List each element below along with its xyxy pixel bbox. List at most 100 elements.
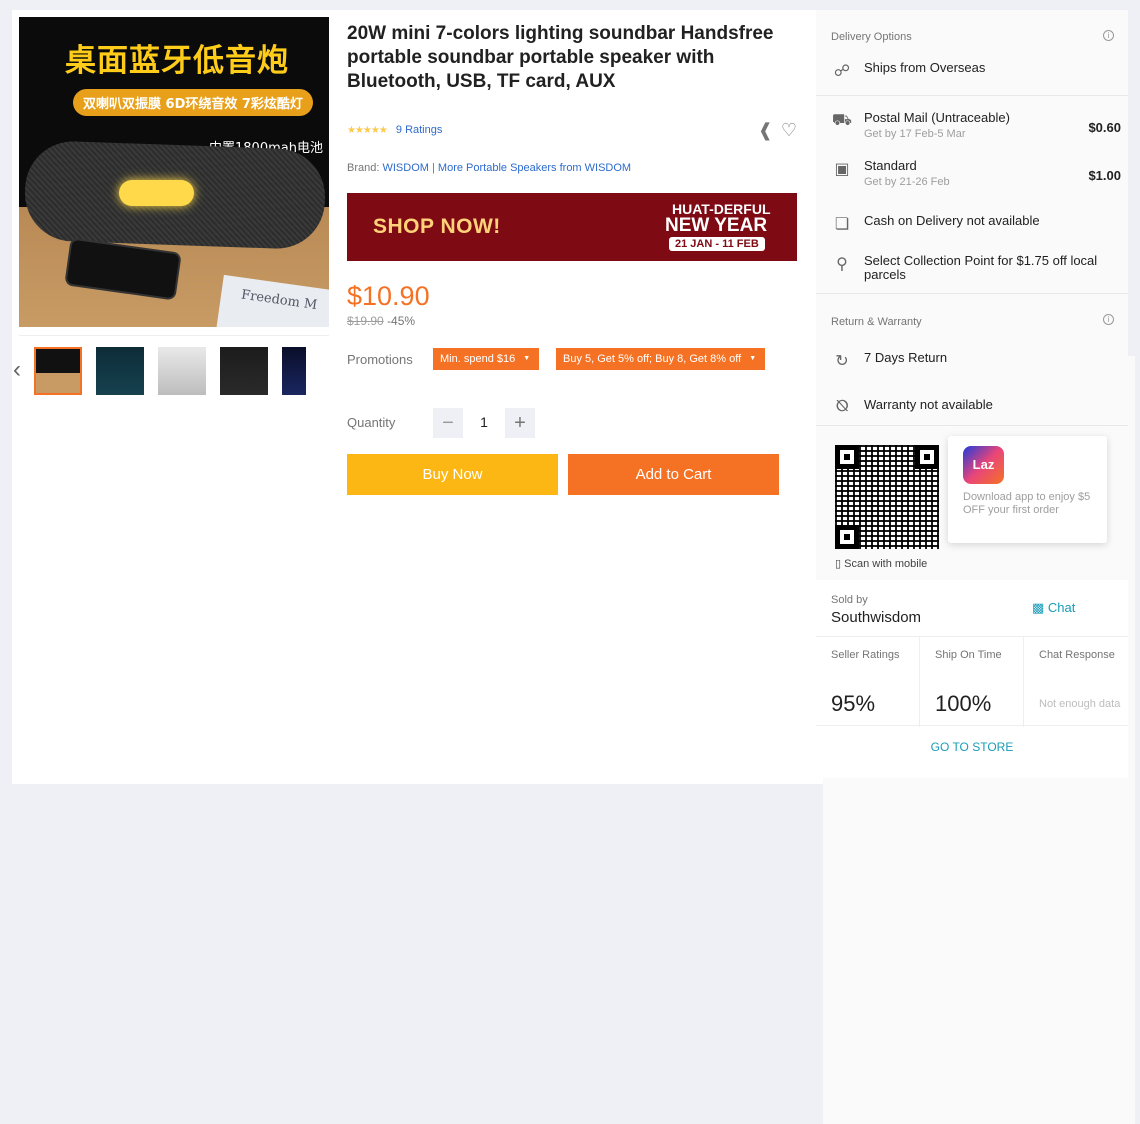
more-from-brand-link[interactable]: More Portable Speakers from WISDOM [438,162,631,174]
promotion-tag-text: Buy 5, Get 5% off; Buy 8, Get 8% off [563,353,742,365]
scan-text: Scan with mobile [844,558,928,570]
promo-banner[interactable]: SHOP NOW! HUAT-DERFUL NEW YEAR 21 JAN - … [347,193,797,261]
chat-icon: ▩ [1032,600,1045,615]
seller-stat-label: Chat Response [1039,649,1115,661]
image-headline: 桌面蓝牙低音炮 [65,43,289,79]
buy-now-button[interactable]: Buy Now [347,454,558,495]
brand-label: Brand: [347,162,380,174]
main-product-image[interactable]: 桌面蓝牙低音炮 双喇叭双振膜 6D环绕音效 7彩炫酷灯 内置1800mah电池 … [19,17,329,327]
product-gallery: 桌面蓝牙低音炮 双喇叭双振膜 6D环绕音效 7彩炫酷灯 内置1800mah电池 … [13,17,1135,1124]
shield-icon: ⦰ [835,398,849,415]
chevron-down-icon: ▼ [523,355,531,362]
go-to-store-link[interactable]: GO TO STORE [816,740,1128,754]
delivery-option-eta: Get by 21-26 Feb [864,176,950,188]
globe-icon: ☍ [833,63,851,80]
product-info: 20W mini 7-colors lighting soundbar Hand… [347,22,799,496]
quantity-decrease-button[interactable]: − [433,408,463,438]
delivery-option: ⛟ Postal Mail (Untraceable) Get by 17 Fe… [831,111,1121,141]
qr-code [835,445,939,549]
image-book: Freedom M [215,274,329,327]
box-icon: ▣ [834,161,850,178]
scan-with-mobile: ▯ Scan with mobile [835,557,927,570]
delivery-option-price: $0.60 [1088,120,1121,135]
action-buttons: Buy Now Add to Cart [347,454,799,496]
delivery-panel: Delivery Options i ☍ Ships from Overseas… [816,10,1128,778]
seller-section: Sold by Southwisdom ▩ Chat Seller Rating… [816,580,1128,778]
quantity-increase-button[interactable]: + [505,408,535,438]
seller-stat-value: Not enough data [1039,698,1121,710]
seller-stat-label: Ship On Time [935,649,1002,661]
sold-by-label: Sold by [831,594,868,606]
ships-from-text: Ships from Overseas [864,60,986,75]
promotions-label: Promotions [347,352,413,367]
seller-stat: Chat Response Not enough data [1024,637,1128,727]
qr-finder [915,445,939,469]
product-title: 20W mini 7-colors lighting soundbar Hand… [347,23,774,92]
banner-line2: NEW YEAR [665,215,768,236]
app-download-card[interactable]: Laz Download app to enjoy $5 OFF your fi… [948,436,1107,543]
brand-row: Brand: WISDOM | More Portable Speakers f… [347,162,799,174]
thumbnail[interactable] [158,347,206,395]
thumbnail[interactable] [96,347,144,395]
info-icon[interactable]: i [1103,30,1114,41]
delivery-option-eta: Get by 17 Feb-5 Mar [864,128,966,140]
thumbnail-strip: ‹ › [13,335,1135,1124]
image-subheadline: 双喇叭双振膜 6D环绕音效 7彩炫酷灯 [73,89,313,116]
thumbnail[interactable] [34,347,82,395]
image-phone [64,237,182,301]
seller-stats: Seller Ratings 95% Ship On Time 100% Cha… [816,636,1128,727]
chat-label: Chat [1047,600,1076,615]
promotion-tag[interactable]: Buy 5, Get 5% off; Buy 8, Get 8% off ▼ [556,348,766,370]
delivery-option: ▣ Standard Get by 21-26 Feb $1.00 [831,159,1121,189]
ratings-row: ★★★★★ 9 Ratings ❰ ♡ [347,120,799,144]
promotion-tag[interactable]: Min. spend $16 ▼ [433,348,540,370]
add-to-cart-button[interactable]: Add to Cart [568,454,779,495]
delivery-option-name: Postal Mail (Untraceable) [864,110,1010,125]
quantity-value[interactable]: 1 [467,414,501,430]
lazada-app-logo: Laz [963,446,1004,484]
delivery-title: Delivery Options [831,31,912,43]
info-icon[interactable]: i [1103,314,1114,325]
thumbnail[interactable] [220,347,268,395]
chevron-left-icon[interactable]: ‹ [13,356,21,384]
promotions-row: Promotions Min. spend $16 ▼ Buy 5, Get 5%… [347,348,799,372]
app-promo-text: Download app to enjoy $5 OFF your first … [963,491,1091,516]
return-icon: ↻ [835,353,849,370]
banner-dates: 21 JAN - 11 FEB [669,237,765,251]
heart-icon[interactable]: ♡ [781,120,797,141]
qr-finder [835,445,859,469]
phone-icon: ▯ [835,558,842,570]
delivery-header-section: Delivery Options i ☍ Ships from Overseas [816,10,1128,96]
original-price: $19.90 [347,314,384,328]
quantity-row: Quantity − 1 + [347,408,799,440]
location-pin-icon: ⚲ [836,256,848,273]
brand-link[interactable]: WISDOM [382,162,428,174]
image-soundbar-light [119,180,194,206]
return-warranty-section: Return & Warranty i ↻ 7 Days Return ⦰ Wa… [816,294,1128,426]
chevron-down-icon: ▼ [749,355,757,362]
qr-finder [835,525,859,549]
seller-name[interactable]: Southwisdom [831,609,921,626]
thumbnail[interactable] [282,347,306,395]
chat-button[interactable]: ▩ Chat [1032,600,1075,616]
seller-stat-value: 95% [831,691,876,716]
cash-icon: ❏ [834,216,850,233]
seller-stat: Seller Ratings 95% [816,637,920,727]
seller-stat: Ship On Time 100% [920,637,1024,727]
quantity-label: Quantity [347,415,396,430]
cod-text: Cash on Delivery not available [864,213,1040,228]
truck-icon: ⛟ [831,112,853,129]
delivery-option-price: $1.00 [1088,168,1121,183]
return-text: 7 Days Return [864,350,948,365]
collection-point-text: Select Collection Point for $1.75 off lo… [864,253,1098,282]
warranty-text: Warranty not available [864,397,993,412]
seller-stat-value: 100% [935,691,992,716]
star-rating: ★★★★★ [347,125,388,136]
delivery-options-section: ⛟ Postal Mail (Untraceable) Get by 17 Fe… [816,96,1128,294]
current-price: $10.90 [347,281,430,311]
delivery-option-name: Standard [864,158,917,173]
return-warranty-title: Return & Warranty [831,316,922,328]
ratings-link[interactable]: 9 Ratings [396,124,442,136]
share-icon[interactable]: ❰ [758,120,773,141]
discount-percent: -45% [387,314,416,328]
